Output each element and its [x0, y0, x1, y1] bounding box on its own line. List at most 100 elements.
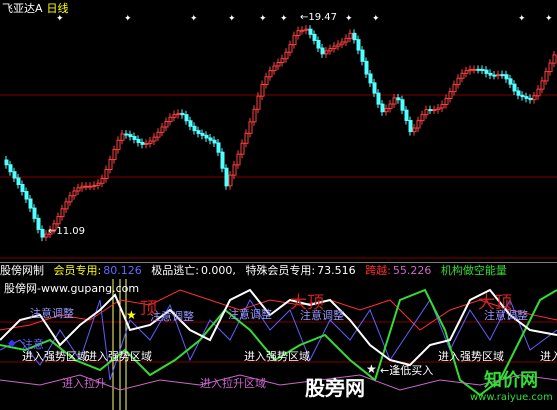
candle-body: [332, 45, 337, 50]
buy-star-icon: ★: [366, 362, 377, 376]
candle-body: [224, 167, 229, 187]
candle-body: [152, 136, 157, 142]
candle-body: [240, 142, 245, 155]
candle-body: [288, 44, 293, 53]
candle-body: [304, 28, 309, 31]
item4-value: 55.226: [392, 264, 432, 277]
candle-body: [36, 217, 41, 230]
candle-body: [220, 151, 225, 169]
enter-strong-label: 进入强势区域: [438, 350, 504, 363]
candle-body: [444, 98, 449, 105]
candle-body: [28, 198, 33, 209]
enter-strong-label: 进入强势区域: [22, 350, 88, 363]
candle-body: [412, 127, 417, 133]
candle-body: [136, 138, 141, 143]
signal-star-icon: ✦: [56, 14, 64, 24]
candle-body: [464, 70, 469, 74]
item2-label: 极品逃亡:: [151, 264, 199, 277]
watermark-url: www.raiyue.com: [470, 392, 553, 403]
candle-body: [508, 78, 513, 85]
candle-body: [4, 159, 9, 166]
candle-body: [272, 65, 277, 72]
enter-pull-label: 进入拉升区域: [200, 377, 266, 390]
candle-body: [268, 70, 273, 78]
candle-body: [472, 68, 477, 71]
candle-body: [436, 107, 441, 111]
candle-body: [56, 216, 61, 225]
candle-body: [312, 33, 317, 41]
signal-star-icon: ✦: [518, 14, 526, 24]
stock-name: 飞亚达A: [2, 2, 43, 15]
candle-body: [180, 112, 185, 116]
candle-body: [68, 195, 73, 203]
candle-body: [236, 153, 241, 166]
item2-value: 0.000,: [200, 264, 236, 277]
candle-body: [204, 134, 209, 139]
candle-body: [108, 159, 113, 170]
watermark-logo: 知价网: [484, 370, 538, 391]
candle-body: [516, 90, 521, 96]
big-top-label: 大顶: [478, 293, 512, 313]
candle-body: [512, 83, 517, 92]
candle-body: [64, 201, 69, 210]
candle-body: [112, 149, 117, 161]
candle-body: [184, 114, 189, 122]
candle-body: [276, 62, 281, 67]
candle-body: [328, 48, 333, 52]
candle-body: [128, 134, 133, 138]
candle-body: [212, 139, 217, 144]
top-label: 顶: [140, 299, 157, 319]
candle-body: [264, 76, 269, 85]
item1-value: 80.126: [103, 264, 142, 277]
candle-body: [488, 72, 493, 76]
candle-body: [208, 137, 213, 141]
candle-body: [456, 77, 461, 86]
price-low-label: ←11.09: [48, 226, 86, 237]
candle-body: [408, 120, 413, 133]
candle-body: [320, 47, 325, 55]
candle-body: [548, 62, 553, 73]
candle-body: [392, 97, 397, 105]
enter-pull-label: 进入拉升: [62, 377, 106, 390]
candle-body: [460, 72, 465, 79]
signal-star-icon: ✦: [190, 14, 198, 24]
candle-body: [324, 50, 329, 55]
stock-chart-window: 飞亚达A 日线 ←19.47 ←11.09 ✦ ✦ ✦ ✦ ✦ ✦ ✦ ✦ ✦ ✦…: [0, 0, 557, 410]
candle-body: [536, 88, 541, 97]
candle-body: [300, 29, 305, 32]
item3-label: 特殊会员专用:: [245, 264, 316, 277]
item4-label: 跨越:: [365, 264, 391, 277]
candle-body: [284, 51, 289, 60]
candle-body: [192, 125, 197, 132]
candle-body: [248, 121, 253, 134]
enter-strong-label: 进入强势区域: [86, 350, 152, 363]
candle-body: [196, 130, 201, 134]
candle-body: [156, 131, 161, 138]
candle-body: [252, 108, 257, 123]
candle-body: [96, 182, 101, 186]
signal-star-icon: ✦: [124, 14, 132, 24]
candle-body: [432, 109, 437, 112]
candle-body: [500, 74, 505, 77]
candle-body: [244, 132, 249, 144]
candle-body: [528, 97, 533, 101]
candle-body: [84, 185, 89, 188]
signal-star-icon: ✦: [259, 14, 267, 24]
candle-body: [544, 71, 549, 82]
candle-body: [376, 92, 381, 105]
candle-body: [40, 228, 45, 238]
candle-body: [256, 95, 261, 110]
candlestick-series: [4, 25, 557, 242]
candle-body: [348, 32, 353, 39]
candle-body: [504, 74, 509, 80]
candle-body: [172, 114, 177, 118]
candle-body: [308, 28, 313, 35]
candle-body: [468, 69, 473, 72]
candle-body: [80, 185, 85, 189]
candle-body: [420, 114, 425, 122]
candle-body: [520, 94, 525, 98]
candle-body: [188, 120, 193, 127]
indicator-info-bar[interactable]: 股傍网制 会员专用: 80.126 极品逃亡: 0.000, 特殊会员专用: 73.5…: [0, 262, 557, 279]
candle-body: [140, 141, 145, 145]
candle-body: [116, 139, 121, 151]
